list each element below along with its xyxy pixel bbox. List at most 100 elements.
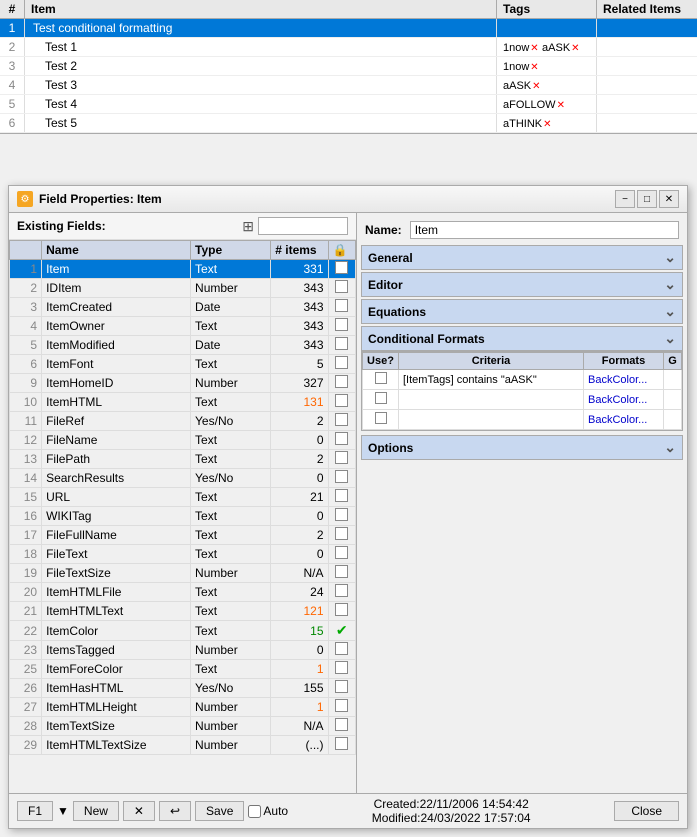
checkbox-icon[interactable] [335,661,348,674]
editor-section-header[interactable]: Editor ⌄ [361,272,683,297]
save-button[interactable]: Save [195,801,244,821]
cf-g [664,370,682,390]
close-title-button[interactable]: ✕ [659,190,679,208]
top-grid-row[interactable]: 4 Test 3 aASK✕ [0,76,697,95]
top-grid-row[interactable]: 3 Test 2 1now✕ [0,57,697,76]
top-grid-row[interactable]: 6 Test 5 aTHINK✕ [0,114,697,133]
cf-checkbox[interactable] [375,412,387,424]
field-row[interactable]: 10 ItemHTML Text 131 [10,393,356,412]
checkbox-icon[interactable] [335,337,348,350]
checkbox-icon[interactable] [335,318,348,331]
field-row[interactable]: 6 ItemFont Text 5 [10,355,356,374]
field-row[interactable]: 20 ItemHTMLFile Text 24 [10,583,356,602]
checkbox-icon[interactable] [335,356,348,369]
field-row[interactable]: 26 ItemHasHTML Yes/No 155 [10,679,356,698]
back-button[interactable]: ↩ [159,801,191,821]
field-row[interactable]: 19 FileTextSize Number N/A [10,564,356,583]
field-row[interactable]: 22 ItemColor Text 15 ✔ [10,621,356,641]
auto-checkbox[interactable] [248,805,261,818]
field-row-check [328,564,355,583]
tag-badge: 1now✕ [503,61,539,73]
checkbox-icon[interactable] [335,737,348,750]
cf-row[interactable]: BackColor... [363,390,682,410]
field-row-items: 15 [271,621,328,641]
minimize-button[interactable]: − [615,190,635,208]
checkbox-icon[interactable] [335,299,348,312]
checkbox-icon[interactable] [335,527,348,540]
maximize-button[interactable]: □ [637,190,657,208]
new-button[interactable]: New [73,801,119,821]
field-row[interactable]: 21 ItemHTMLText Text 121 [10,602,356,621]
left-panel-header: Existing Fields: ⊞ [9,213,356,240]
name-input[interactable] [410,221,679,239]
top-grid-row[interactable]: 1 Test conditional formatting [0,19,697,38]
field-row[interactable]: 5 ItemModified Date 343 [10,336,356,355]
tag-x-icon: ✕ [532,81,540,92]
field-row[interactable]: 27 ItemHTMLHeight Number 1 [10,698,356,717]
checkbox-icon[interactable] [335,718,348,731]
field-row[interactable]: 23 ItemsTagged Number 0 [10,641,356,660]
cf-checkbox[interactable] [375,372,387,384]
checkbox-icon[interactable] [335,451,348,464]
cf-checkbox[interactable] [375,392,387,404]
checkbox-icon[interactable] [335,680,348,693]
filter-icon[interactable]: ⊞ [242,218,254,235]
row-num: 1 [0,19,25,37]
field-row[interactable]: 18 FileText Text 0 [10,545,356,564]
close-button[interactable]: Close [614,801,679,821]
header-item: Item [25,0,497,18]
checkbox-icon[interactable] [335,413,348,426]
field-row[interactable]: 16 WIKITag Text 0 [10,507,356,526]
checkbox-icon[interactable] [335,261,348,274]
field-row-name: ItemHTMLFile [42,583,191,602]
cf-formats[interactable]: BackColor... [584,370,664,390]
field-row[interactable]: 12 FileName Text 0 [10,431,356,450]
field-row[interactable]: 28 ItemTextSize Number N/A [10,717,356,736]
top-grid-row[interactable]: 2 Test 1 1now✕ aASK✕ [0,38,697,57]
field-row-type: Yes/No [191,412,271,431]
conditional-formats-section-header[interactable]: Conditional Formats ⌄ [361,326,683,351]
field-row[interactable]: 14 SearchResults Yes/No 0 [10,469,356,488]
status-info: Created:22/11/2006 14:54:42 Modified:24/… [288,797,614,825]
search-input[interactable] [258,217,348,235]
field-row[interactable]: 11 FileRef Yes/No 2 [10,412,356,431]
cf-formats[interactable]: BackColor... [584,410,664,430]
options-section-header[interactable]: Options ⌄ [361,435,683,460]
checkbox-icon[interactable] [335,489,348,502]
field-row-num: 15 [10,488,42,507]
field-row[interactable]: 4 ItemOwner Text 343 [10,317,356,336]
general-section-header[interactable]: General ⌄ [361,245,683,270]
checkbox-icon[interactable] [335,280,348,293]
equations-section-header[interactable]: Equations ⌄ [361,299,683,324]
f1-button[interactable]: F1 [17,801,53,821]
field-row[interactable]: 2 IDItem Number 343 [10,279,356,298]
row-item: Test 4 [25,95,497,113]
field-row-num: 14 [10,469,42,488]
checkbox-icon[interactable] [335,375,348,388]
field-row[interactable]: 25 ItemForeColor Text 1 [10,660,356,679]
field-row-num: 13 [10,450,42,469]
field-row[interactable]: 15 URL Text 21 [10,488,356,507]
cf-formats[interactable]: BackColor... [584,390,664,410]
cf-row[interactable]: BackColor... [363,410,682,430]
cf-row[interactable]: [ItemTags] contains "aASK" BackColor... [363,370,682,390]
checkbox-icon[interactable] [335,642,348,655]
field-row[interactable]: 3 ItemCreated Date 343 [10,298,356,317]
checkbox-icon[interactable] [335,508,348,521]
field-row[interactable]: 1 Item Text 331 [10,260,356,279]
delete-button[interactable]: ✕ [123,801,155,821]
top-grid-row[interactable]: 5 Test 4 aFOLLOW✕ [0,95,697,114]
checkbox-icon[interactable] [335,432,348,445]
checkbox-icon[interactable] [335,584,348,597]
checkbox-icon[interactable] [335,699,348,712]
checkbox-icon[interactable] [335,603,348,616]
field-row[interactable]: 29 ItemHTMLTextSize Number (...) [10,736,356,755]
checkbox-icon[interactable] [335,394,348,407]
checkbox-icon[interactable] [335,470,348,483]
field-row[interactable]: 17 FileFullName Text 2 [10,526,356,545]
field-row[interactable]: 13 FilePath Text 2 [10,450,356,469]
checkbox-icon[interactable] [335,546,348,559]
checkbox-icon[interactable] [335,565,348,578]
field-row[interactable]: 9 ItemHomeID Number 327 [10,374,356,393]
field-row-num: 1 [10,260,42,279]
